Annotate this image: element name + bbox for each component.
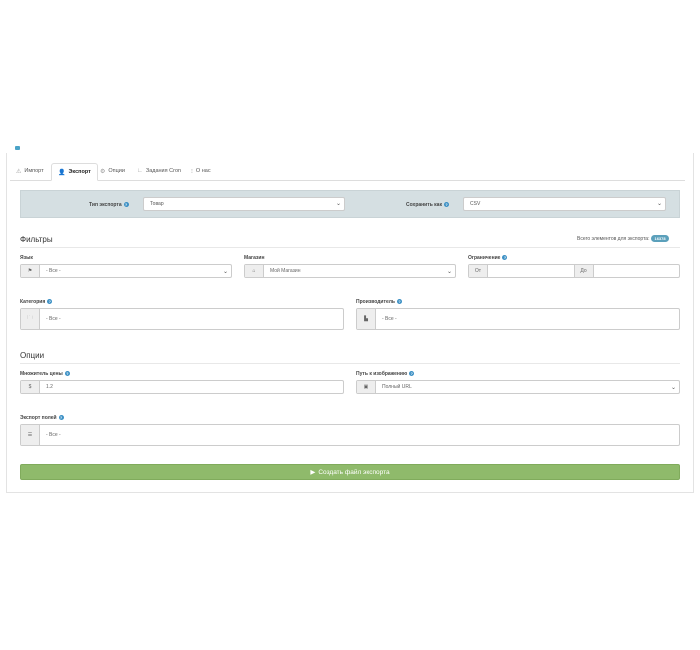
tab-options[interactable]: ⚙ Опции [94, 163, 131, 179]
play-icon: ▶ [310, 469, 316, 476]
limit-group: От До [468, 264, 680, 278]
store-label: Магазин [244, 255, 265, 261]
generate-export-button[interactable]: ▶ Создать файл экспорта [20, 464, 680, 480]
manufacturer-input[interactable]: ▙ - Все - [356, 308, 680, 330]
price-multiplier-label: Множитель цены? [20, 371, 70, 377]
tab-import-label: Импорт [24, 168, 44, 174]
limit-label: Ограничение? [468, 255, 508, 261]
help-icon: ? [396, 299, 402, 305]
help-icon: ? [123, 202, 129, 208]
dollar-addon: $ [21, 381, 40, 393]
image-path-select[interactable]: ▣ Полный URL ⌄ [356, 380, 680, 394]
category-input[interactable]: 🗀 - Все - [20, 308, 344, 330]
home-icon: ⌂ [245, 265, 264, 277]
tab-import[interactable]: ⚠ Импорт [10, 163, 50, 179]
user-icon: 👤 [58, 169, 66, 176]
save-as-select[interactable]: CSV ⌄ [463, 197, 666, 211]
options-title: Опции [20, 351, 45, 360]
export-fields-label: Экспорт полей? [20, 415, 64, 421]
limit-to-input[interactable] [594, 265, 680, 277]
chevron-down-icon: ⌄ [670, 384, 676, 391]
chevron-down-icon: ⌄ [222, 268, 228, 275]
tab-cron[interactable]: ∟ Задания Cron [131, 163, 187, 179]
image-icon: ▣ [357, 381, 376, 393]
folder-icon: 🗀 [21, 309, 40, 329]
generate-export-label: Создать файл экспорта [318, 468, 390, 476]
limit-from-input[interactable] [488, 265, 575, 277]
store-select[interactable]: ⌂ Мой Магазин ⌄ [244, 264, 456, 278]
manufacturer-label: Производитель? [356, 299, 402, 305]
factory-icon: ▙ [357, 309, 376, 329]
limit-from-addon: От [469, 265, 488, 277]
help-icon: ? [47, 299, 53, 305]
help-icon: ? [443, 202, 449, 208]
list-icon: ☰ [21, 425, 40, 445]
help-icon: ? [409, 371, 415, 377]
divider [20, 247, 680, 248]
import-icon: ⚠ [16, 168, 22, 175]
gear-icon: ⚙ [100, 168, 106, 175]
category-label: Категория? [20, 299, 53, 305]
tab-cron-label: Задания Cron [145, 168, 182, 174]
help-icon: ? [58, 415, 64, 421]
image-path-label: Путь к изображению? [356, 371, 415, 377]
total-badge: 16378 [651, 235, 669, 242]
export-fields-input[interactable]: ☰ - Все - [20, 424, 680, 446]
help-icon: ? [64, 371, 70, 377]
tab-export[interactable]: 👤 Экспорт [51, 163, 98, 181]
language-label: Язык [20, 255, 33, 261]
limit-to-addon: До [574, 265, 594, 277]
chevron-down-icon: ⌄ [335, 201, 341, 207]
cron-icon: ∟ [137, 168, 143, 174]
export-settings-bar: Тип экспорта? Товар ⌄ Сохранить как? CSV ⌄ [20, 190, 680, 218]
tab-export-label: Экспорт [68, 169, 91, 175]
price-multiplier-input[interactable]: $ 1.2 [20, 380, 344, 394]
help-icon: ? [502, 255, 508, 261]
tab-bar: ⚠ Импорт 👤 Экспорт ⚙ Опции ∟ Задания Cro… [10, 163, 685, 181]
save-as-label: Сохранить как? [406, 202, 449, 208]
language-select[interactable]: ⚑ - Все - ⌄ [20, 264, 232, 278]
export-type-select[interactable]: Товар ⌄ [143, 197, 345, 211]
info-icon: ⁝ [191, 168, 193, 175]
export-type-label: Тип экспорта? [89, 202, 129, 208]
filters-title: Фильтры [20, 235, 53, 244]
tab-options-label: Опции [108, 168, 125, 174]
chevron-down-icon: ⌄ [446, 268, 452, 275]
chevron-down-icon: ⌄ [656, 201, 662, 207]
tab-about-label: О нас [195, 168, 211, 174]
tab-about[interactable]: ⁝ О нас [185, 163, 217, 179]
header-corner-mark [15, 146, 20, 150]
total-items: Всего элементов для экспорта: 16378 [577, 235, 669, 242]
flag-icon: ⚑ [21, 265, 40, 277]
divider [20, 363, 680, 364]
